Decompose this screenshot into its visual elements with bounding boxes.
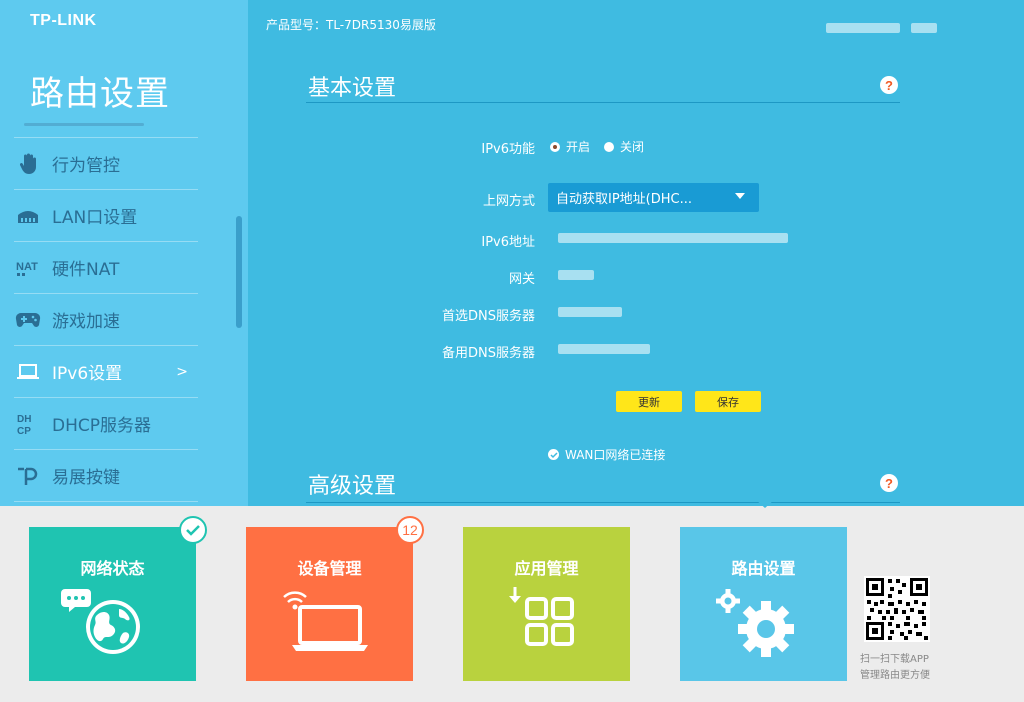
caret-down-icon [735, 193, 745, 199]
account-info[interactable] [826, 18, 938, 37]
radio-ipv6-on[interactable] [550, 141, 560, 152]
sidebar-nav: 行为管控 LAN口设置 NAT 硬件NAT 游戏加速 IPv6设置 > DH C… [14, 114, 198, 502]
save-button[interactable]: 保存 [695, 391, 761, 412]
tile-device-management[interactable]: 设备管理 [246, 527, 413, 681]
connection-type-value: 自动获取IP地址(DHC... [556, 192, 693, 207]
sidebar-item-partial [14, 114, 198, 138]
wan-status-text: WAN口网络已连接 [565, 448, 666, 462]
product-model: 产品型号：TL-7DR5130易展版 [266, 18, 436, 32]
radio-ipv6-off[interactable] [604, 141, 615, 152]
secondary-dns-value [558, 344, 650, 354]
connection-type-select[interactable]: 自动获取IP地址(DHC... [548, 183, 759, 212]
sidebar-item-nat[interactable]: NAT 硬件NAT [14, 242, 198, 294]
radio-ipv6-off-label[interactable]: 关闭 [620, 138, 644, 155]
qr-caption: 扫一扫下载APP 管理路由更方便 [860, 652, 930, 684]
tile-label: 应用管理 [514, 559, 579, 578]
sidebar-item-label: 硬件NAT [52, 260, 120, 280]
sidebar: TP-LINK 路由设置 行为管控 LAN口设置 NAT 硬件NAT 游戏加速 … [0, 0, 248, 506]
laptop-wifi-icon [283, 591, 368, 651]
qr-caption-line1: 扫一扫下载APP [860, 654, 929, 665]
network-ok-check-icon [179, 516, 207, 544]
tile-network-status[interactable]: 网络状态 [29, 527, 196, 681]
sidebar-scrollbar[interactable] [236, 216, 242, 328]
tplink-logo[interactable]: TP-LINK [30, 12, 97, 30]
sidebar-item-ipv6[interactable]: IPv6设置 > [14, 346, 198, 398]
tile-label: 网络状态 [80, 559, 145, 578]
tile-app-management[interactable]: 应用管理 [463, 527, 630, 681]
active-tile-pointer [756, 500, 774, 508]
device-count-badge: 12 [396, 516, 424, 544]
svg-text:DH: DH [17, 414, 31, 425]
sidebar-item-lan[interactable]: LAN口设置 [14, 190, 198, 242]
sidebar-item-game-boost[interactable]: 游戏加速 [14, 294, 198, 346]
ipv6-function-label: IPv6功能 [481, 142, 535, 157]
gateway-value [558, 270, 594, 280]
qr-code-icon [864, 576, 930, 642]
laptop-icon [14, 360, 42, 384]
sidebar-item-label: 游戏加速 [52, 312, 120, 332]
sidebar-item-easymesh[interactable]: 易展按键 [14, 450, 198, 502]
check-circle-icon [548, 449, 559, 460]
sidebar-item-label: IPv6设置 [52, 364, 123, 384]
sidebar-item-dhcp[interactable]: DH CP DHCP服务器 [14, 398, 198, 450]
sidebar-item-label: 易展按键 [52, 468, 120, 488]
primary-dns-value [558, 307, 622, 317]
svg-text:CP: CP [17, 426, 31, 436]
sidebar-item-label: DHCP服务器 [52, 416, 151, 436]
easymesh-icon [14, 464, 42, 488]
sidebar-item-behavior-control[interactable]: 行为管控 [14, 138, 198, 190]
tile-label: 设备管理 [297, 559, 362, 578]
tile-label: 路由设置 [731, 559, 796, 578]
gamepad-icon [14, 308, 42, 332]
chevron-right-icon: > [176, 363, 188, 380]
nat-icon: NAT [14, 256, 42, 280]
section-divider [306, 102, 900, 103]
advanced-settings-title: 高级设置 [308, 474, 397, 499]
apps-grid-icon [509, 587, 574, 646]
refresh-button[interactable]: 更新 [616, 391, 682, 412]
help-icon[interactable]: ? [880, 76, 898, 94]
radio-ipv6-on-label[interactable]: 开启 [566, 138, 590, 155]
qr-caption-line2: 管理路由更方便 [860, 670, 930, 681]
dhcp-icon: DH CP [14, 412, 42, 436]
wan-status: WAN口网络已连接 [548, 446, 665, 463]
main-panel: 产品型号：TL-7DR5130易展版 基本设置 ? IPv6功能 开启 关闭 上… [248, 0, 1024, 506]
ipv6-function-radio-group: 开启 关闭 [550, 138, 658, 155]
secondary-dns-label: 备用DNS服务器 [442, 346, 535, 361]
svg-text:NAT: NAT [16, 261, 38, 273]
basic-settings-title: 基本设置 [308, 76, 397, 101]
sidebar-item-label: LAN口设置 [52, 208, 138, 228]
sidebar-item-label: 行为管控 [52, 156, 120, 176]
ipv6-address-value [558, 233, 788, 243]
lan-icon [14, 204, 42, 228]
section-divider [306, 502, 900, 503]
primary-dns-label: 首选DNS服务器 [442, 309, 535, 324]
help-icon[interactable]: ? [880, 474, 898, 492]
gears-icon [716, 589, 794, 657]
hand-icon [14, 152, 42, 176]
sidebar-title: 路由设置 [30, 74, 170, 114]
globe-chat-icon [61, 589, 140, 654]
ipv6-address-label: IPv6地址 [481, 235, 535, 250]
gateway-label: 网关 [508, 272, 535, 287]
tile-router-settings[interactable]: 路由设置 [680, 527, 847, 681]
connection-type-label: 上网方式 [482, 194, 535, 209]
